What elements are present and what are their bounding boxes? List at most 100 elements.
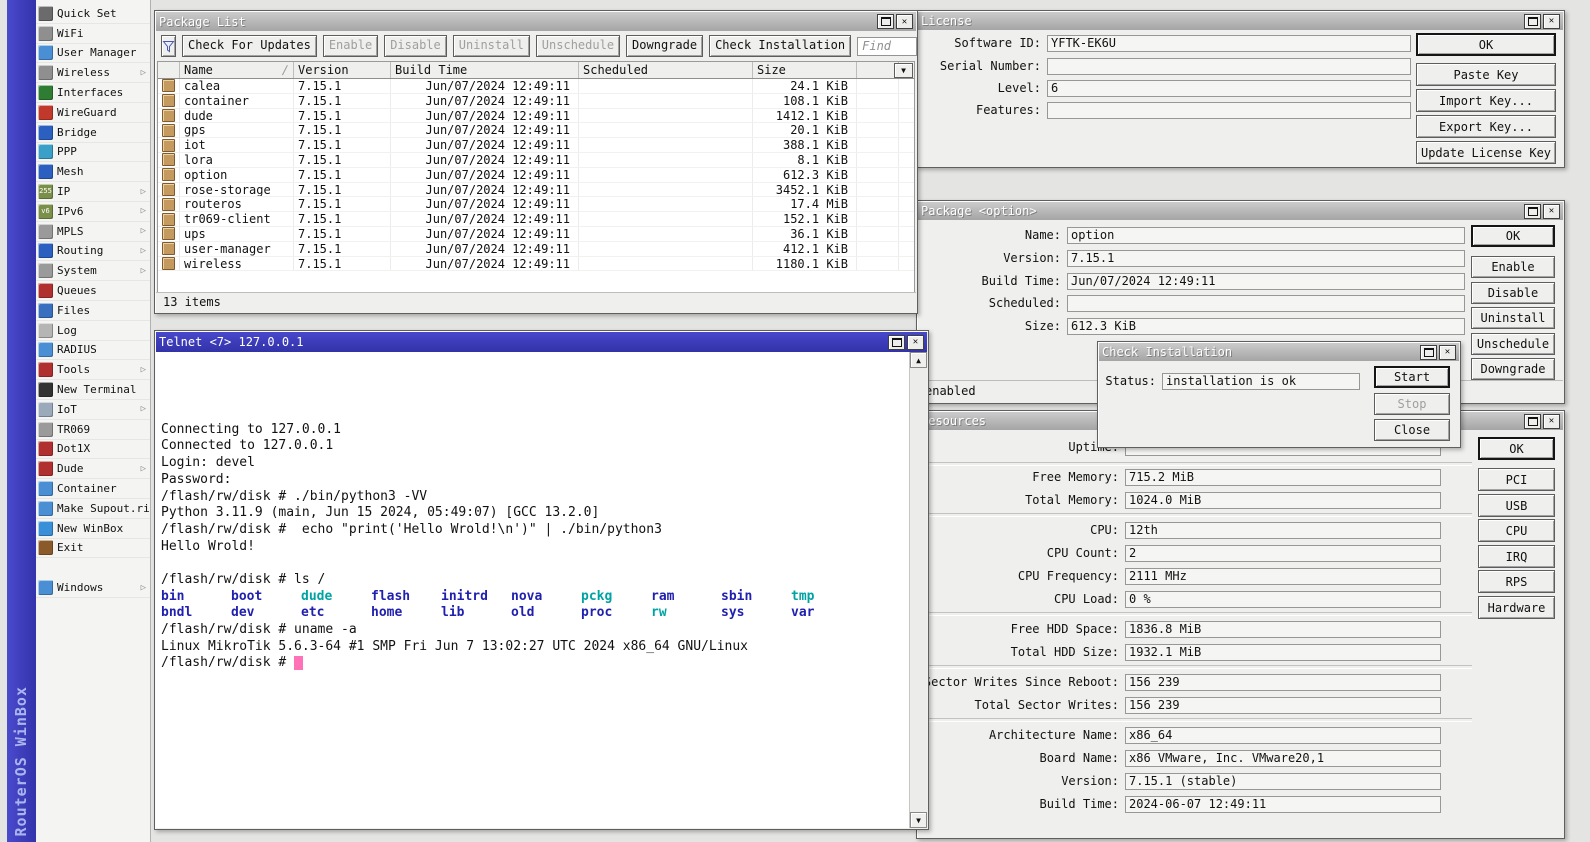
sidebar-item-tools[interactable]: Tools▷ — [36, 360, 150, 380]
sidebar-item-container[interactable]: Container — [36, 479, 150, 499]
unschedule-button[interactable]: Unschedule — [536, 35, 620, 57]
uninstall-button[interactable]: Uninstall — [1471, 307, 1555, 329]
stop-button[interactable]: Stop — [1374, 393, 1450, 415]
close-icon[interactable]: ✕ — [907, 335, 924, 350]
downgrade-button[interactable]: Downgrade — [1471, 358, 1555, 380]
table-row[interactable]: ups7.15.1Jun/07/2024 12:49:1136.1 KiB — [158, 227, 914, 242]
table-row[interactable]: wireless7.15.1Jun/07/2024 12:49:111180.1… — [158, 257, 914, 272]
table-row[interactable]: calea7.15.1Jun/07/2024 12:49:1124.1 KiB — [158, 79, 914, 94]
enable-button[interactable]: Enable — [1471, 256, 1555, 278]
cell-build-time: Jun/07/2024 12:49:11 — [391, 183, 579, 197]
update-license-key-button[interactable]: Update License Key — [1416, 141, 1556, 164]
sidebar-item-label: Routing — [57, 244, 103, 257]
sidebar-item-windows[interactable]: Windows▷ — [36, 578, 150, 598]
check-installation-button[interactable]: Check Installation — [709, 35, 851, 57]
ok-button[interactable]: OK — [1478, 437, 1555, 460]
table-row[interactable]: routeros7.15.1Jun/07/2024 12:49:1117.4 M… — [158, 197, 914, 212]
column-header-version[interactable]: Version — [294, 62, 391, 78]
sidebar-item-files[interactable]: Files — [36, 301, 150, 321]
table-row[interactable]: lora7.15.1Jun/07/2024 12:49:118.1 KiB — [158, 153, 914, 168]
terminal-line — [161, 555, 907, 572]
package-list-titlebar[interactable]: Package List ✕ — [156, 12, 916, 31]
maximize-button[interactable] — [877, 14, 894, 29]
sidebar-item-routing[interactable]: Routing▷ — [36, 242, 150, 262]
sidebar-item-label: System — [57, 264, 97, 277]
table-row[interactable]: option7.15.1Jun/07/2024 12:49:11612.3 Ki… — [158, 168, 914, 183]
sidebar-item-wifi[interactable]: WiFi — [36, 24, 150, 44]
column-header-size[interactable]: Size — [753, 62, 857, 78]
ok-button[interactable]: OK — [1471, 225, 1555, 247]
sidebar-item-queues[interactable]: Queues — [36, 281, 150, 301]
column-header-scheduled[interactable]: Scheduled — [579, 62, 753, 78]
start-button[interactable]: Start — [1374, 366, 1450, 388]
sidebar-item-system[interactable]: System▷ — [36, 261, 150, 281]
terminal-screen[interactable]: Connecting to 127.0.0.1Connected to 127.… — [156, 352, 927, 828]
uninstall-button[interactable]: Uninstall — [453, 35, 530, 57]
sidebar-item-quick-set[interactable]: Quick Set — [36, 4, 150, 24]
sidebar-item-dot1x[interactable]: Dot1X — [36, 440, 150, 460]
table-row[interactable]: gps7.15.1Jun/07/2024 12:49:1120.1 KiB — [158, 123, 914, 138]
table-row[interactable]: rose-storage7.15.1Jun/07/2024 12:49:1134… — [158, 183, 914, 198]
sidebar-item-bridge[interactable]: Bridge — [36, 123, 150, 143]
sidebar-item-ip[interactable]: 255IP▷ — [36, 182, 150, 202]
maximize-button[interactable] — [888, 335, 905, 350]
close-icon[interactable]: ✕ — [896, 14, 913, 29]
close-button[interactable]: Close — [1374, 419, 1450, 441]
sidebar-item-iot[interactable]: IoT▷ — [36, 400, 150, 420]
table-row[interactable]: dude7.15.1Jun/07/2024 12:49:111412.1 KiB — [158, 109, 914, 124]
sidebar-item-ipv6[interactable]: v6IPv6▷ — [36, 202, 150, 222]
sidebar-item-ppp[interactable]: PPP — [36, 143, 150, 163]
table-row[interactable]: tr069-client7.15.1Jun/07/2024 12:49:1115… — [158, 212, 914, 227]
column-header-blank[interactable] — [857, 62, 899, 78]
filter-button[interactable] — [161, 35, 176, 57]
sidebar-item-mesh[interactable]: Mesh — [36, 162, 150, 182]
sidebar-item-dude[interactable]: Dude▷ — [36, 459, 150, 479]
column-header-name[interactable]: Name∕ — [180, 62, 294, 78]
sidebar-item-wireguard[interactable]: WireGuard — [36, 103, 150, 123]
column-header-blank[interactable] — [158, 62, 180, 78]
sidebar-item-tr069[interactable]: TR069 — [36, 420, 150, 440]
usb-button[interactable]: USB — [1478, 494, 1555, 517]
scroll-up-icon[interactable]: ▲ — [910, 352, 927, 368]
rps-button[interactable]: RPS — [1478, 570, 1555, 593]
ok-button[interactable]: OK — [1416, 33, 1556, 56]
hardware-button[interactable]: Hardware — [1478, 596, 1555, 619]
sidebar-item-new-terminal[interactable]: New Terminal — [36, 380, 150, 400]
sidebar-item-user-manager[interactable]: User Manager — [36, 44, 150, 64]
table-row[interactable]: container7.15.1Jun/07/2024 12:49:11108.1… — [158, 94, 914, 109]
terminal-line — [161, 372, 907, 389]
wifi-icon — [38, 26, 53, 41]
table-row[interactable]: iot7.15.1Jun/07/2024 12:49:11388.1 KiB — [158, 138, 914, 153]
downgrade-button[interactable]: Downgrade — [626, 35, 703, 57]
check-for-updates-button[interactable]: Check For Updates — [182, 35, 317, 57]
paste-key-button[interactable]: Paste Key — [1416, 63, 1556, 86]
sidebar-item-radius[interactable]: RADIUS — [36, 341, 150, 361]
disable-button[interactable]: Disable — [1471, 282, 1555, 304]
pci-button[interactable]: PCI — [1478, 468, 1555, 491]
package-icon-cell — [158, 197, 180, 211]
table-row[interactable]: user-manager7.15.1Jun/07/2024 12:49:1141… — [158, 242, 914, 257]
table-header[interactable]: Name∕VersionBuild TimeScheduledSize ▼ — [158, 62, 914, 79]
sidebar-item-make-supout-rif[interactable]: Make Supout.rif — [36, 499, 150, 519]
find-input[interactable] — [857, 37, 917, 56]
sidebar-item-exit[interactable]: Exit — [36, 539, 150, 559]
sidebar-item-log[interactable]: Log — [36, 321, 150, 341]
sidebar-item-interfaces[interactable]: Interfaces — [36, 83, 150, 103]
column-menu-button[interactable]: ▼ — [894, 63, 913, 78]
telnet-titlebar[interactable]: Telnet <7> 127.0.0.1 ✕ — [156, 332, 927, 352]
sidebar-item-mpls[interactable]: MPLS▷ — [36, 222, 150, 242]
sidebar-item-wireless[interactable]: Wireless▷ — [36, 63, 150, 83]
cell-version: 7.15.1 — [294, 109, 391, 123]
scroll-down-icon[interactable]: ▼ — [910, 812, 927, 828]
export-key-button[interactable]: Export Key... — [1416, 115, 1556, 138]
scrollbar[interactable]: ▲ ▼ — [909, 352, 927, 828]
column-header-build-time[interactable]: Build Time — [391, 62, 579, 78]
enable-button[interactable]: Enable — [323, 35, 378, 57]
sidebar-item-new-winbox[interactable]: New WinBox — [36, 519, 150, 539]
disable-button[interactable]: Disable — [384, 35, 447, 57]
cell-extra — [857, 183, 899, 197]
cpu-button[interactable]: CPU — [1478, 519, 1555, 542]
import-key-button[interactable]: Import Key... — [1416, 89, 1556, 112]
unschedule-button[interactable]: Unschedule — [1471, 333, 1555, 355]
irq-button[interactable]: IRQ — [1478, 545, 1555, 568]
